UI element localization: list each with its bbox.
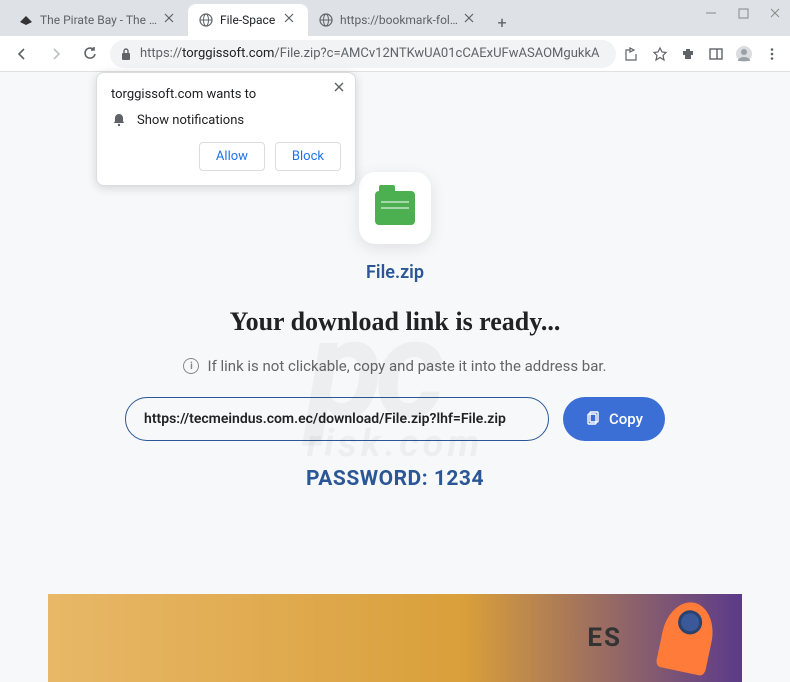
close-tab-icon[interactable]	[464, 13, 478, 27]
minimize-icon[interactable]	[704, 6, 718, 20]
extensions-icon[interactable]	[678, 44, 698, 64]
copy-label: Copy	[609, 410, 643, 428]
browser-tab-0[interactable]: The Pirate Bay - The galaxy's	[8, 4, 188, 36]
download-link-input[interactable]: https://tecmeindus.com.ec/download/File.…	[125, 397, 549, 441]
close-window-icon[interactable]	[768, 6, 782, 20]
close-tab-icon[interactable]	[284, 13, 298, 27]
profile-icon[interactable]	[734, 44, 754, 64]
copy-icon	[585, 411, 601, 427]
notification-prompt: torggissoft.com wants to Show notificati…	[96, 72, 356, 186]
hint-text: If link is not clickable, copy and paste…	[207, 357, 606, 375]
ad-text: ES	[587, 623, 622, 653]
allow-button[interactable]: Allow	[199, 142, 265, 171]
prompt-permission: Show notifications	[137, 113, 244, 128]
ad-banner[interactable]: ES	[48, 594, 742, 682]
lock-icon	[120, 47, 134, 61]
copy-button[interactable]: Copy	[563, 397, 665, 441]
close-tab-icon[interactable]	[164, 13, 178, 27]
hint-row: i If link is not clickable, copy and pas…	[183, 357, 606, 375]
tab-title: File-Space	[220, 13, 278, 27]
back-button[interactable]	[8, 40, 36, 68]
ship-icon	[18, 12, 34, 28]
file-icon	[359, 172, 431, 244]
menu-icon[interactable]	[762, 44, 782, 64]
tab-title: https://bookmark-folders.com	[340, 13, 458, 27]
globe-icon	[318, 12, 334, 28]
password-text: PASSWORD: 1234	[306, 467, 484, 491]
share-icon[interactable]	[622, 44, 642, 64]
browser-tab-2[interactable]: https://bookmark-folders.com	[308, 4, 488, 36]
sidepanel-icon[interactable]	[706, 44, 726, 64]
url-text: https://torggissoft.com/File.zip?c=AMCv1…	[140, 46, 606, 61]
file-name: File.zip	[366, 262, 424, 283]
headline: Your download link is ready...	[230, 307, 561, 337]
tab-title: The Pirate Bay - The galaxy's	[40, 13, 158, 27]
reload-button[interactable]	[76, 40, 104, 68]
star-icon[interactable]	[650, 44, 670, 64]
rocket-icon	[655, 598, 718, 677]
globe-icon	[198, 12, 214, 28]
block-button[interactable]: Block	[275, 142, 341, 171]
new-tab-button[interactable]: +	[488, 8, 516, 36]
prompt-site: torggissoft.com wants to	[111, 87, 341, 102]
bell-icon	[111, 112, 127, 128]
tab-strip: The Pirate Bay - The galaxy's File-Space…	[0, 0, 790, 36]
forward-button[interactable]	[42, 40, 70, 68]
maximize-icon[interactable]	[736, 6, 750, 20]
browser-toolbar: https://torggissoft.com/File.zip?c=AMCv1…	[0, 36, 790, 72]
close-prompt-icon[interactable]	[333, 81, 345, 93]
address-bar[interactable]: https://torggissoft.com/File.zip?c=AMCv1…	[110, 40, 616, 68]
info-icon: i	[183, 358, 199, 374]
browser-tab-1[interactable]: File-Space	[188, 4, 308, 36]
